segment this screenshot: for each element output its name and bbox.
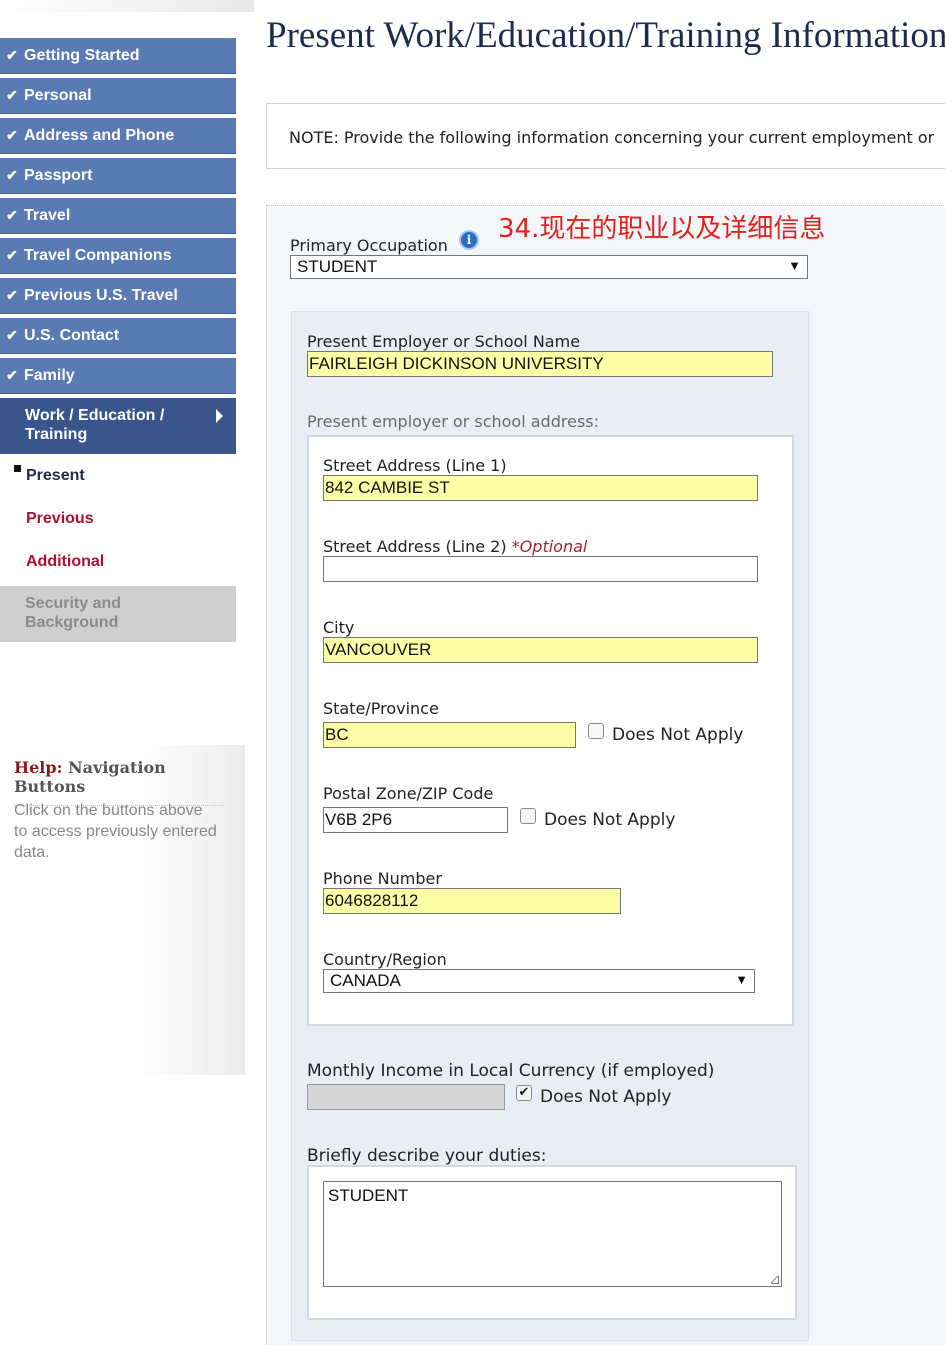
postal-does-not-apply-label: Does Not Apply <box>544 810 676 830</box>
help-panel: Help: Navigation Buttons Click on the bu… <box>0 745 245 1075</box>
state-does-not-apply-label: Does Not Apply <box>612 725 744 745</box>
note-box: NOTE: Provide the following information … <box>266 103 945 169</box>
address-section-label: Present employer or school address: <box>307 412 599 431</box>
sidebar-subitem-previous[interactable]: Previous <box>26 510 94 528</box>
primary-occupation-label: Primary Occupation <box>290 236 448 255</box>
sidebar-item-label: Work / Education / Training <box>25 407 165 443</box>
info-icon[interactable]: i <box>459 230 479 250</box>
select-value: STUDENT <box>297 257 378 276</box>
sidebar-item-work-education-training[interactable]: Work / Education / Training <box>0 398 236 454</box>
checkmark-icon: ✔ <box>6 127 18 143</box>
country-label: Country/Region <box>323 950 447 969</box>
sidebar-item-label: Personal <box>24 86 92 104</box>
current-page-marker-icon <box>14 465 21 472</box>
sidebar-item-label: Family <box>24 366 75 384</box>
help-text: Click on the buttons above to access pre… <box>14 802 217 861</box>
state-input[interactable]: BC <box>323 722 576 748</box>
duties-label: Briefly describe your duties: <box>307 1146 547 1166</box>
phone-input[interactable]: 6046828112 <box>323 888 621 914</box>
textarea-value: STUDENT <box>328 1186 409 1205</box>
sidebar-item-travel-companions[interactable]: ✔ Travel Companions <box>0 238 236 274</box>
checkmark-icon: ✔ <box>6 287 18 303</box>
state-label: State/Province <box>323 699 439 718</box>
sidebar-item-label: Travel Companions <box>24 246 172 264</box>
help-prefix: Help: <box>14 758 63 777</box>
sidebar-item-previous-u-s-travel[interactable]: ✔ Previous U.S. Travel <box>0 278 236 314</box>
postal-input[interactable]: V6B 2P6 <box>323 807 508 833</box>
checkmark-icon: ✔ <box>6 327 18 343</box>
country-select[interactable]: CANADA ▼ <box>323 969 755 993</box>
income-input[interactable] <box>307 1084 505 1110</box>
sidebar-item-label: Security and Background <box>25 595 122 631</box>
income-label: Monthly Income in Local Currency (if emp… <box>307 1061 715 1081</box>
checkmark-icon: ✔ <box>6 247 18 263</box>
sidebar-subitem-present[interactable]: Present <box>26 467 85 485</box>
street2-input[interactable] <box>323 556 758 582</box>
duties-textarea[interactable]: STUDENT <box>323 1181 782 1287</box>
checkmark-icon: ✔ <box>6 367 18 383</box>
postal-label: Postal Zone/ZIP Code <box>323 784 494 803</box>
sidebar-item-label: Travel <box>24 206 71 224</box>
note-text: NOTE: Provide the following information … <box>289 128 935 147</box>
street2-label-text: Street Address (Line 2) <box>323 537 507 556</box>
checkmark-icon: ✔ <box>6 47 18 63</box>
page-title: Present Work/Education/Training Informat… <box>266 15 945 56</box>
dropdown-arrow-icon: ▼ <box>788 258 801 273</box>
sidebar-item-security-background: Security and Background <box>0 586 236 642</box>
primary-occupation-select[interactable]: STUDENT ▼ <box>290 255 808 279</box>
sidebar-item-label: Getting Started <box>24 46 140 64</box>
employer-name-label: Present Employer or School Name <box>307 332 581 351</box>
sidebar-item-label: Address and Phone <box>24 126 175 144</box>
sidebar-item-personal[interactable]: ✔ Personal <box>0 78 236 114</box>
sidebar-item-label: Previous U.S. Travel <box>24 286 178 304</box>
sidebar-item-getting-started[interactable]: ✔ Getting Started <box>0 38 236 74</box>
income-does-not-apply-checkbox[interactable]: ✔ <box>516 1085 532 1101</box>
income-does-not-apply-label: Does Not Apply <box>540 1087 672 1107</box>
chevron-right-icon <box>216 409 223 423</box>
city-input[interactable]: VANCOUVER <box>323 637 758 663</box>
sidebar-item-label: Passport <box>24 166 93 184</box>
employer-name-input[interactable]: FAIRLEIGH DICKINSON UNIVERSITY <box>307 351 773 377</box>
dropdown-arrow-icon: ▼ <box>735 972 748 987</box>
street1-input[interactable]: 842 CAMBIE ST <box>323 475 758 501</box>
help-title: Help: Navigation Buttons <box>14 758 224 806</box>
postal-does-not-apply-checkbox[interactable] <box>520 808 536 824</box>
phone-label: Phone Number <box>323 869 442 888</box>
street2-label: Street Address (Line 2) *Optional <box>323 537 587 556</box>
sidebar-item-family[interactable]: ✔ Family <box>0 358 236 394</box>
select-value: CANADA <box>330 971 401 990</box>
checkmark-icon: ✔ <box>6 207 18 223</box>
street1-label: Street Address (Line 1) <box>323 456 507 475</box>
state-does-not-apply-checkbox[interactable] <box>588 723 604 739</box>
checkmark-icon: ✔ <box>6 87 18 103</box>
sidebar-item-u-s-contact[interactable]: ✔ U.S. Contact <box>0 318 236 354</box>
checkmark-icon: ✔ <box>6 167 18 183</box>
optional-marker: *Optional <box>511 537 588 556</box>
sidebar-subitem-additional[interactable]: Additional <box>26 553 104 571</box>
sidebar-item-travel[interactable]: ✔ Travel <box>0 198 236 234</box>
sidebar-item-label: U.S. Contact <box>24 326 120 344</box>
resize-handle-icon[interactable] <box>771 1276 779 1284</box>
annotation-overlay: 34.现在的职业以及详细信息 <box>498 214 826 244</box>
sidebar-top-strip <box>0 0 254 12</box>
city-label: City <box>323 618 355 637</box>
sidebar-item-address-and-phone[interactable]: ✔ Address and Phone <box>0 118 236 154</box>
sidebar-item-passport[interactable]: ✔ Passport <box>0 158 236 194</box>
